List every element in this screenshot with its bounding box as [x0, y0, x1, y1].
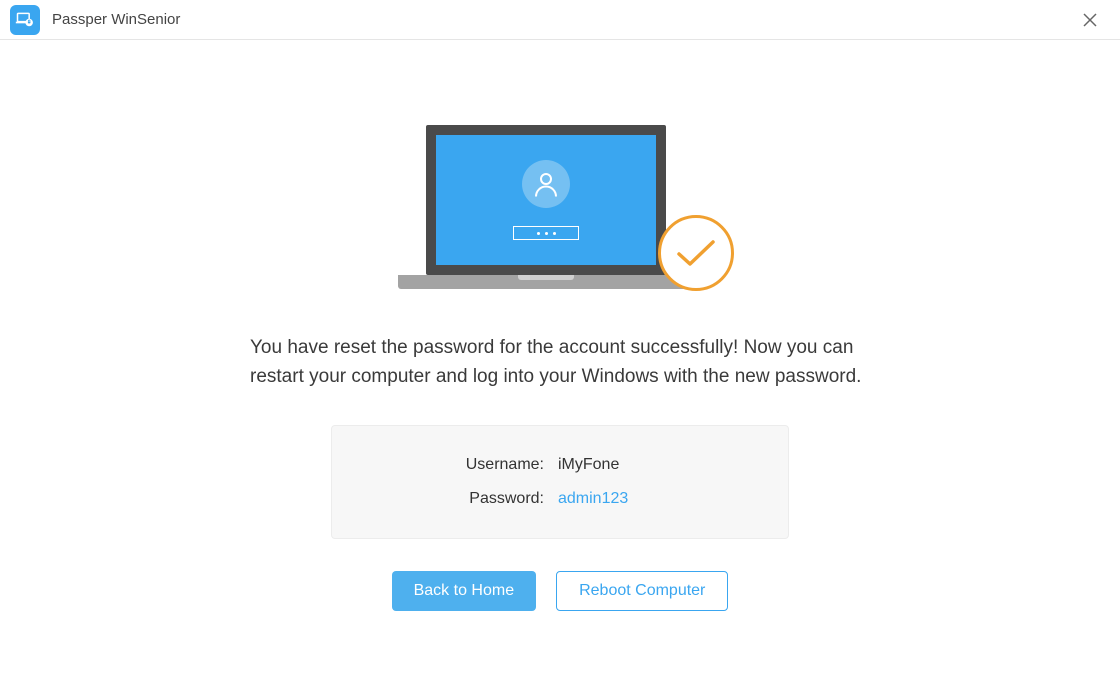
username-label: Username: [332, 456, 558, 474]
reboot-computer-button[interactable]: Reboot Computer [556, 571, 728, 611]
app-title: Passper WinSenior [52, 11, 180, 28]
app-logo-icon [10, 5, 40, 35]
password-dots-icon [513, 226, 579, 240]
username-value: iMyFone [558, 456, 619, 474]
password-label: Password: [332, 490, 558, 508]
password-row: Password: admin123 [332, 482, 788, 516]
button-row: Back to Home Reboot Computer [392, 571, 729, 611]
credentials-box: Username: iMyFone Password: admin123 [331, 425, 789, 539]
close-button[interactable] [1078, 8, 1102, 32]
close-icon [1083, 13, 1097, 27]
back-to-home-button[interactable]: Back to Home [392, 571, 536, 611]
laptop-icon [426, 125, 694, 289]
username-row: Username: iMyFone [332, 448, 788, 482]
password-value: admin123 [558, 490, 628, 508]
user-avatar-icon [522, 160, 570, 208]
success-illustration [426, 125, 694, 289]
main-content: You have reset the password for the acco… [0, 40, 1120, 611]
success-checkmark-icon [658, 215, 734, 291]
success-message: You have reset the password for the acco… [250, 334, 870, 391]
titlebar: Passper WinSenior [0, 0, 1120, 40]
